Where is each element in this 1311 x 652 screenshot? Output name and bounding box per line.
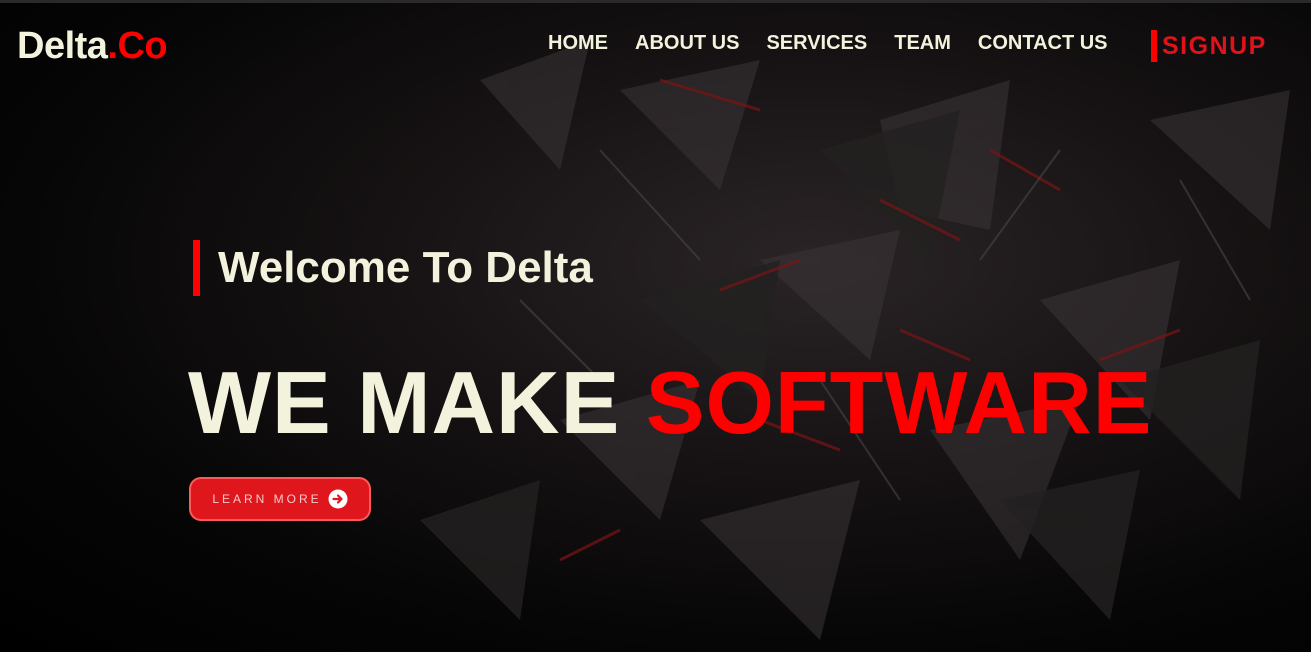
main-nav: HOME ABOUT US SERVICES TEAM CONTACT US xyxy=(548,30,1135,56)
nav-team[interactable]: TEAM xyxy=(894,32,951,55)
learn-more-label: LEARN MORE xyxy=(212,492,322,506)
hero-section: Delta.Co HOME ABOUT US SERVICES TEAM CON… xyxy=(0,0,1311,652)
signup-label: SIGNUP xyxy=(1162,31,1267,60)
learn-more-button[interactable]: LEARN MORE xyxy=(189,477,371,521)
signup-accent-bar xyxy=(1151,30,1157,62)
brand-suffix: .Co xyxy=(107,25,168,67)
brand-logo[interactable]: Delta.Co xyxy=(17,24,168,68)
background-shards-image xyxy=(420,40,1290,640)
headline-part2: SOFTWARE xyxy=(645,353,1153,452)
top-border xyxy=(0,0,1311,3)
welcome-heading: Welcome To Delta xyxy=(193,240,593,296)
signup-link[interactable]: SIGNUP xyxy=(1151,30,1267,62)
hero-headline: WE MAKE SOFTWARE xyxy=(188,355,1152,451)
nav-about-us[interactable]: ABOUT US xyxy=(635,32,739,55)
welcome-text: Welcome To Delta xyxy=(218,243,593,292)
nav-services[interactable]: SERVICES xyxy=(766,32,867,55)
arrow-right-circle-icon xyxy=(328,489,348,509)
nav-home[interactable]: HOME xyxy=(548,32,608,55)
welcome-accent-bar xyxy=(193,240,200,296)
nav-contact-us[interactable]: CONTACT US xyxy=(978,32,1108,55)
brand-name: Delta xyxy=(17,25,108,67)
headline-part1: WE MAKE xyxy=(188,353,621,452)
